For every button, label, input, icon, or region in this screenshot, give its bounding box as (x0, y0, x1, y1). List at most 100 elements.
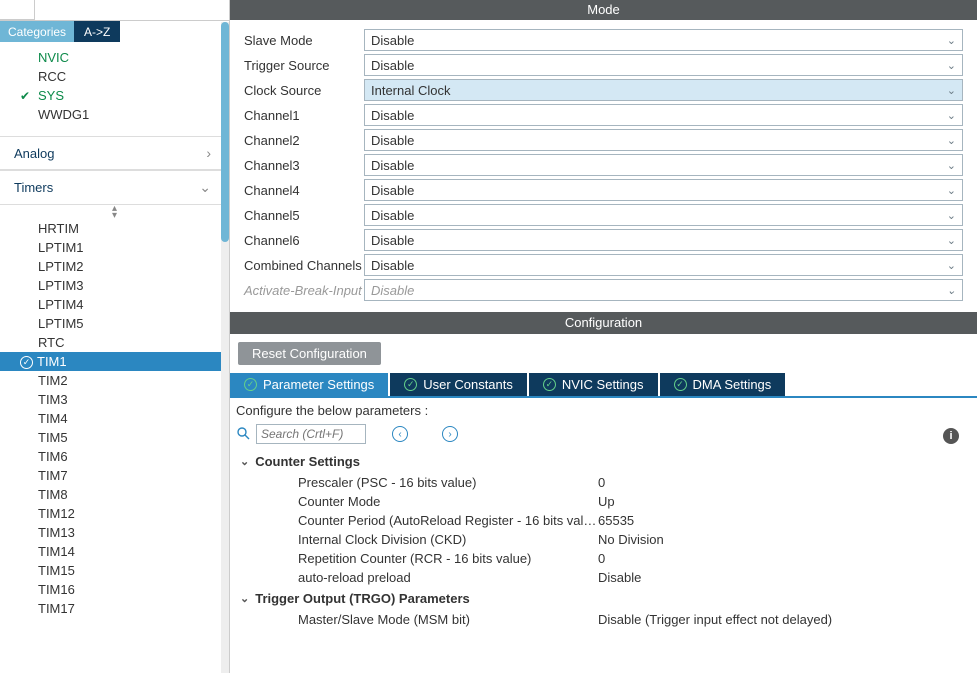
mode-select[interactable]: Internal Clock⌄ (364, 79, 963, 101)
tree-item[interactable]: TIM8 (0, 485, 229, 504)
param-row[interactable]: Prescaler (PSC - 16 bits value)0 (234, 473, 967, 492)
param-row[interactable]: Repetition Counter (RCR - 16 bits value)… (234, 549, 967, 568)
mode-select[interactable]: Disable⌄ (364, 54, 963, 76)
mode-label: Channel3 (244, 158, 364, 173)
check-circle-icon: ✓ (20, 356, 33, 369)
config-tab[interactable]: ✓Parameter Settings (230, 373, 388, 396)
tree-item[interactable]: TIM15 (0, 561, 229, 580)
tree-item[interactable]: TIM6 (0, 447, 229, 466)
check-circle-icon: ✓ (244, 378, 257, 391)
tree-item-label: TIM15 (38, 563, 75, 578)
mode-select[interactable]: Disable⌄ (364, 129, 963, 151)
category-analog[interactable]: Analog › (0, 136, 229, 170)
tree-item[interactable]: HRTIM (0, 219, 229, 238)
param-row[interactable]: Counter ModeUp (234, 492, 967, 511)
tree-item[interactable]: LPTIM2 (0, 257, 229, 276)
param-key: Repetition Counter (RCR - 16 bits value) (298, 551, 598, 566)
tree-item[interactable]: WWDG1 (0, 105, 229, 124)
param-key: Internal Clock Division (CKD) (298, 532, 598, 547)
tree-item[interactable]: ✔SYS (0, 86, 229, 105)
param-group-header[interactable]: ⌄Trigger Output (TRGO) Parameters (234, 587, 967, 610)
mode-select-value: Disable (371, 183, 414, 198)
tree-item-label: SYS (38, 88, 64, 103)
chevron-down-icon: ⌄ (947, 184, 956, 197)
tree-item[interactable]: RCC (0, 67, 229, 86)
tree-item[interactable]: RTC (0, 333, 229, 352)
param-key: auto-reload preload (298, 570, 598, 585)
mode-panel: Slave ModeDisable⌄ Trigger SourceDisable⌄… (230, 20, 977, 312)
mode-select[interactable]: Disable⌄ (364, 29, 963, 51)
mode-row: Trigger SourceDisable⌄ (244, 54, 963, 76)
tree-item-label: TIM3 (38, 392, 68, 407)
tree-item-label: TIM7 (38, 468, 68, 483)
tree-item-label: LPTIM5 (38, 316, 84, 331)
search-prev-button[interactable]: ‹ (392, 426, 408, 442)
config-tab[interactable]: ✓User Constants (390, 373, 527, 396)
peripheral-tree: NVIC RCC ✔SYSWWDG1 Analog › Timers ⌄ ▴▾ HR… (0, 42, 229, 673)
chevron-down-icon: ⌄ (947, 59, 956, 72)
tree-item[interactable]: TIM4 (0, 409, 229, 428)
config-tab[interactable]: ✓DMA Settings (660, 373, 786, 396)
tree-item-label: HRTIM (38, 221, 79, 236)
mode-select[interactable]: Disable⌄ (364, 104, 963, 126)
mode-select[interactable]: Disable⌄ (364, 154, 963, 176)
mode-select[interactable]: Disable ⌄ (364, 179, 963, 201)
sidebar-scrollthumb[interactable] (221, 22, 229, 242)
chevron-down-icon: ⌄ (947, 209, 956, 222)
category-label: Analog (14, 146, 54, 161)
tree-item[interactable]: TIM7 (0, 466, 229, 485)
tree-item[interactable]: NVIC (0, 48, 229, 67)
reset-row: Reset Configuration (230, 334, 977, 373)
mode-row: Channel2Disable⌄ (244, 129, 963, 151)
tree-item[interactable]: LPTIM5 (0, 314, 229, 333)
tree-item[interactable]: LPTIM4 (0, 295, 229, 314)
tab-categories[interactable]: Categories (0, 21, 74, 42)
search-icon (236, 426, 250, 443)
tree-item[interactable]: TIM14 (0, 542, 229, 561)
tree-item[interactable]: TIM2 (0, 371, 229, 390)
mode-select[interactable]: Disable⌄ (364, 254, 963, 276)
tab-alphabetical[interactable]: A->Z (74, 21, 120, 42)
param-group-title: Counter Settings (255, 454, 360, 469)
tree-item[interactable]: TIM12 (0, 504, 229, 523)
mode-label: Combined Channels (244, 258, 364, 273)
mode-row: Slave ModeDisable⌄ (244, 29, 963, 51)
tree-item[interactable]: LPTIM3 (0, 276, 229, 295)
param-group-title: Trigger Output (TRGO) Parameters (255, 591, 470, 606)
tree-item[interactable]: TIM5 (0, 428, 229, 447)
search-input[interactable] (256, 424, 366, 444)
sort-icon[interactable]: ▴▾ (0, 205, 229, 219)
sidebar-search-box[interactable] (0, 0, 35, 20)
param-value: No Division (598, 532, 967, 547)
mode-label: Activate-Break-Input (244, 283, 364, 298)
tree-item[interactable]: ✓TIM1 (0, 352, 229, 371)
param-row[interactable]: Master/Slave Mode (MSM bit)Disable (Trig… (234, 610, 967, 629)
tree-item-label: TIM2 (38, 373, 68, 388)
tree-item[interactable]: LPTIM1 (0, 238, 229, 257)
param-row[interactable]: Internal Clock Division (CKD)No Division (234, 530, 967, 549)
config-tab[interactable]: ✓NVIC Settings (529, 373, 658, 396)
tree-item-label: RCC (38, 69, 66, 84)
config-tab-label: User Constants (423, 377, 513, 392)
tree-item[interactable]: TIM13 (0, 523, 229, 542)
param-row[interactable]: auto-reload preloadDisable (234, 568, 967, 587)
param-row[interactable]: Counter Period (AutoReload Register - 16… (234, 511, 967, 530)
mode-select-value: Disable (371, 208, 414, 223)
check-circle-icon: ✓ (674, 378, 687, 391)
tree-item[interactable]: TIM16 (0, 580, 229, 599)
param-value: 0 (598, 475, 967, 490)
tree-item[interactable]: TIM17 (0, 599, 229, 618)
mode-select: Disable⌄ (364, 279, 963, 301)
mode-select[interactable]: Disable⌄ (364, 229, 963, 251)
sidebar-scrollbar[interactable] (221, 22, 229, 673)
category-timers[interactable]: Timers ⌄ (0, 170, 229, 205)
mode-row: Combined ChannelsDisable⌄ (244, 254, 963, 276)
reset-configuration-button[interactable]: Reset Configuration (238, 342, 381, 365)
mode-select-value: Disable (371, 133, 414, 148)
mode-select[interactable]: Disable ⌄ (364, 204, 963, 226)
tree-item[interactable]: TIM3 (0, 390, 229, 409)
search-next-button[interactable]: › (442, 426, 458, 442)
info-icon[interactable]: i (943, 428, 959, 444)
param-value: Up (598, 494, 967, 509)
param-group-header[interactable]: ⌄Counter Settings (234, 450, 967, 473)
